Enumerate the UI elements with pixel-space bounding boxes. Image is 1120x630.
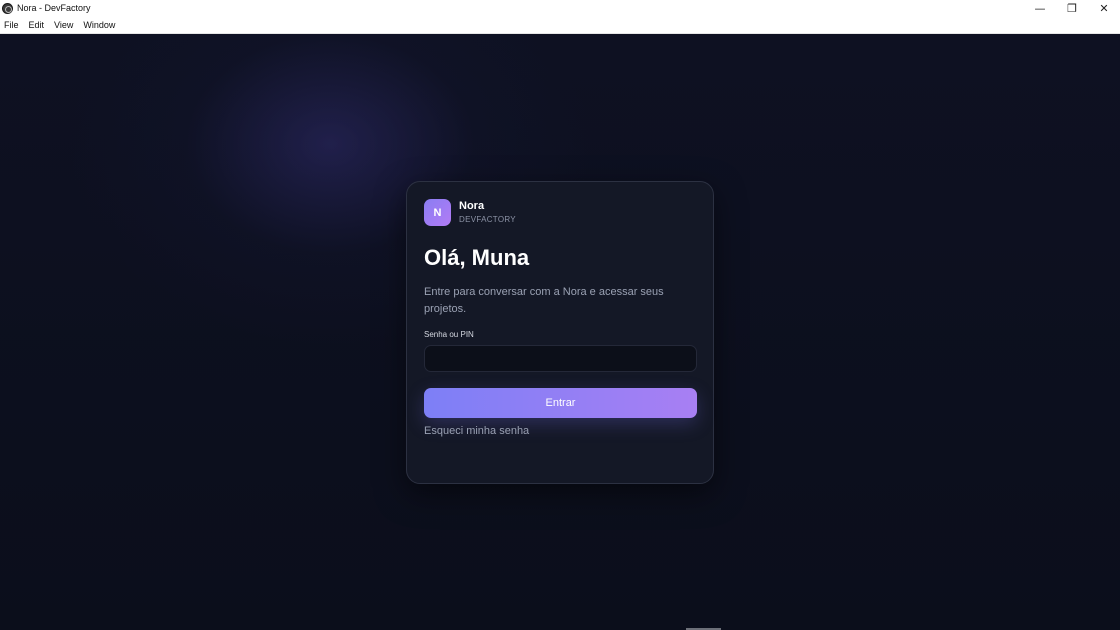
password-label: Senha ou PIN [424,330,474,339]
title-bar: Nora - DevFactory — ❐ ✕ [0,0,1120,16]
window-controls: — ❐ ✕ [1024,0,1120,16]
menu-view[interactable]: View [49,16,78,34]
brand-header: N Nora DEVFACTORY [424,199,516,226]
password-input[interactable] [424,345,697,372]
menu-file[interactable]: File [0,16,24,34]
login-card: N Nora DEVFACTORY Olá, Muna Entre para c… [406,181,714,484]
window-title: Nora - DevFactory [17,3,91,13]
close-icon[interactable]: ✕ [1088,0,1120,16]
app-logo-icon [2,2,13,14]
minimize-icon[interactable]: — [1024,0,1056,16]
brand-name: Nora [459,199,485,212]
brand-avatar: N [424,199,451,226]
main-area: N Nora DEVFACTORY Olá, Muna Entre para c… [0,34,1120,630]
brand-subtitle: DEVFACTORY [459,214,516,224]
brand-text: Nora DEVFACTORY [459,200,516,226]
menu-bar: File Edit View Window [0,16,1120,34]
menu-window[interactable]: Window [78,16,120,34]
login-button[interactable]: Entrar [424,388,697,418]
restore-icon[interactable]: ❐ [1056,0,1088,16]
menu-edit[interactable]: Edit [24,16,50,34]
greeting-title: Olá, Muna [424,245,530,270]
login-subtitle: Entre para conversar com a Nora e acessa… [424,286,664,315]
forgot-password-link[interactable]: Esqueci minha senha [424,425,529,437]
